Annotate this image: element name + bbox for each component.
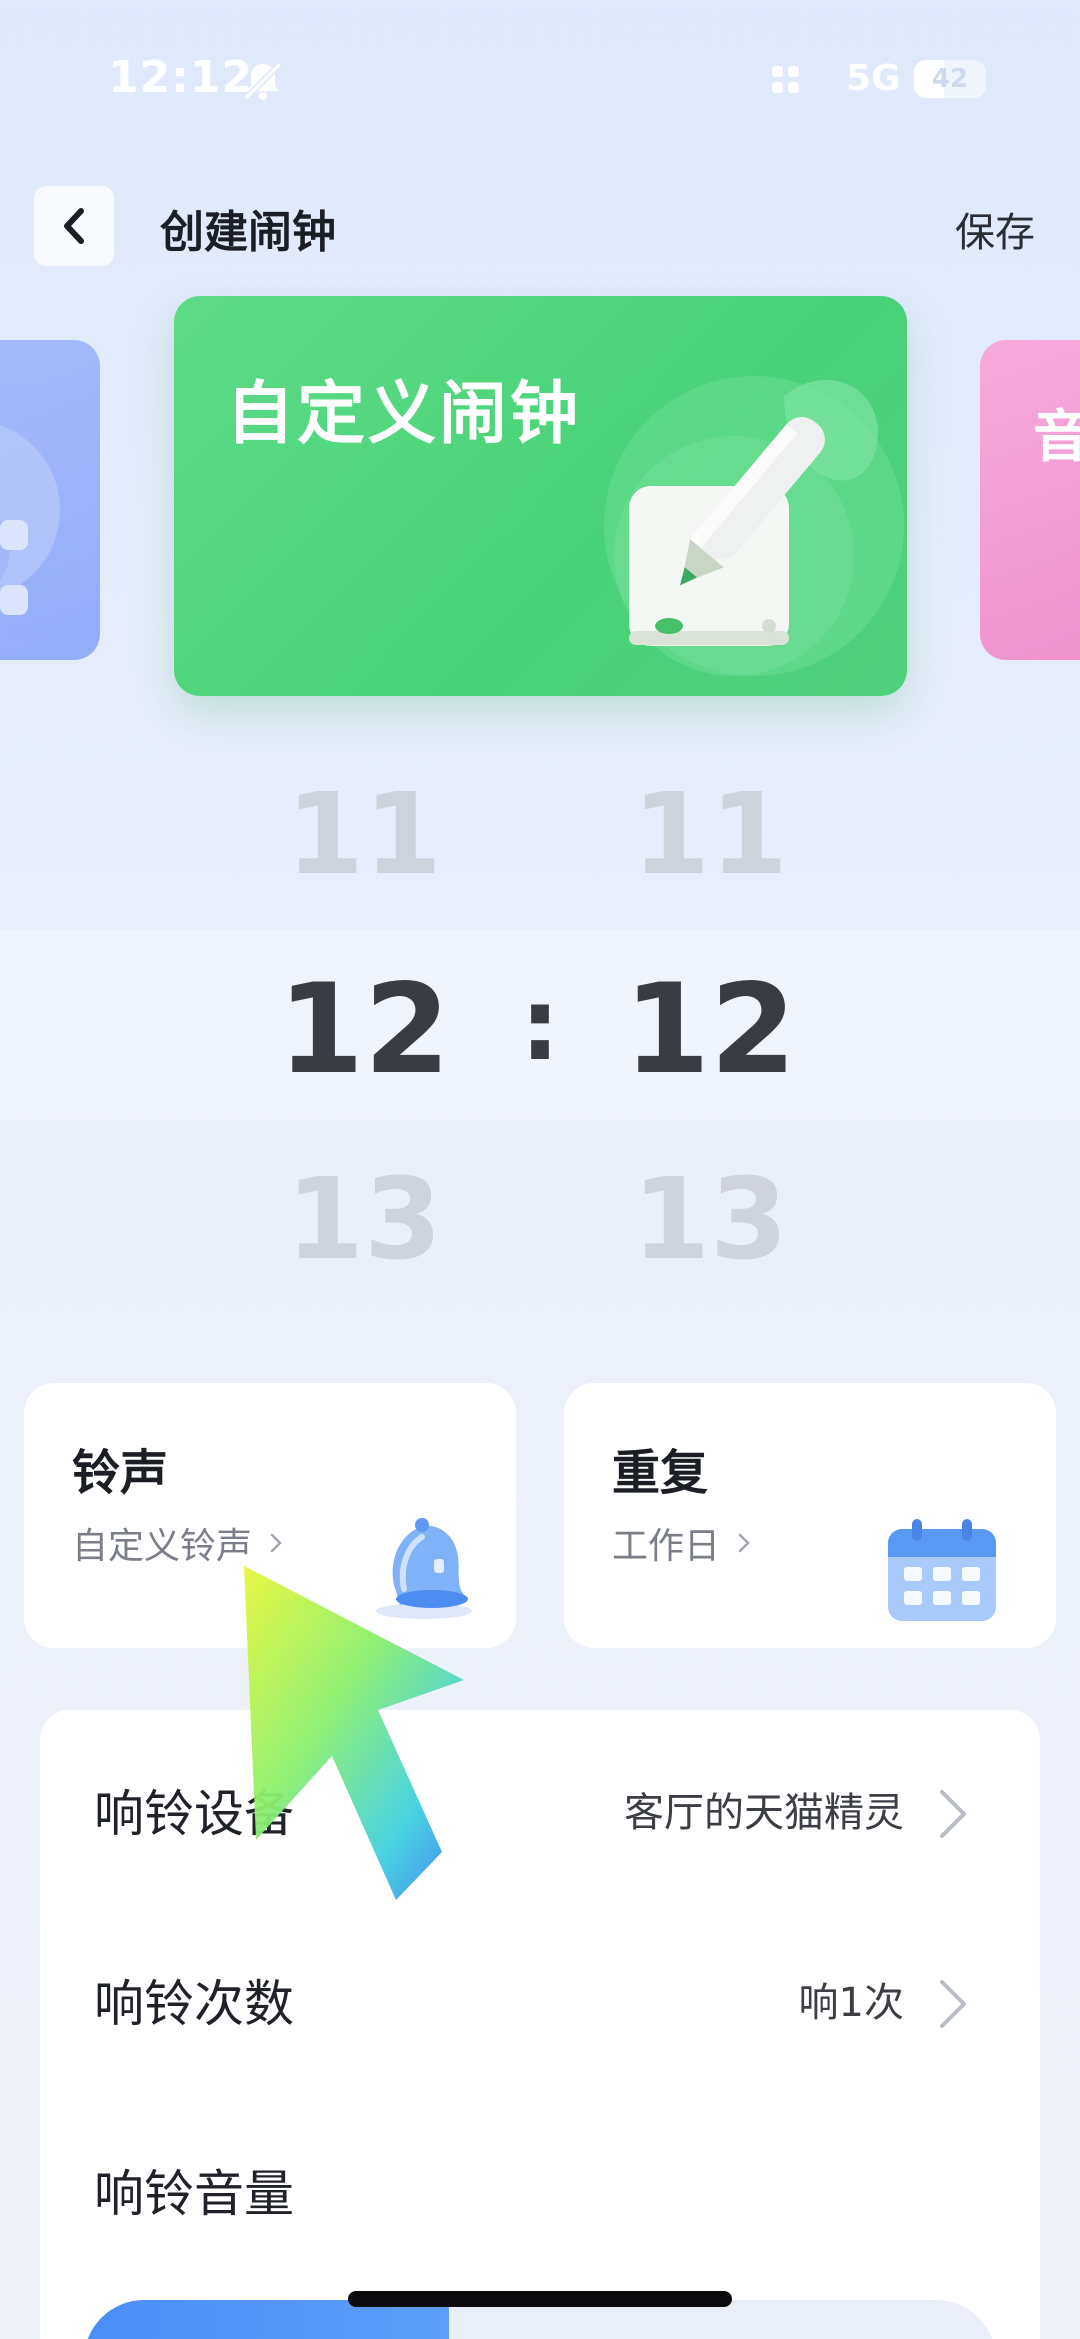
list-item-ring-device[interactable]: 响铃设备 客厅的天猫精灵 bbox=[40, 1710, 1040, 1900]
hour-selected[interactable]: 12 bbox=[254, 958, 474, 1102]
page-title: 创建闹钟 bbox=[160, 207, 336, 258]
chevron-right-icon bbox=[270, 1533, 282, 1553]
minute-option-below[interactable]: 13 bbox=[600, 1155, 820, 1285]
repeat-value-row: 工作日 bbox=[612, 1517, 754, 1569]
network-label: 5G bbox=[846, 58, 901, 99]
card-next-title: 音 bbox=[1033, 405, 1080, 470]
status-time: 12:12 bbox=[108, 52, 254, 103]
list-item-ring-count[interactable]: 响铃次数 响1次 bbox=[40, 1900, 1040, 2090]
alarm-type-card-next[interactable]: 音 bbox=[980, 340, 1080, 660]
card-decoration-icon bbox=[0, 425, 60, 615]
minute-option-above[interactable]: 11 bbox=[600, 770, 820, 900]
list-item-ring-volume[interactable]: 响铃音量 bbox=[40, 2090, 1040, 2280]
repeat-value: 工作日 bbox=[612, 1526, 721, 1567]
bell-off-icon bbox=[243, 61, 283, 101]
pointer-arrow-icon bbox=[244, 1566, 464, 1900]
ringtone-value: 自定义铃声 bbox=[72, 1526, 253, 1567]
status-bar: 12:12 5G 42 bbox=[0, 0, 1080, 160]
repeat-title: 重复 bbox=[612, 1445, 709, 1501]
alarm-settings-list: 响铃设备 客厅的天猫精灵 响铃次数 响1次 响铃音量 bbox=[40, 1710, 1040, 2339]
ring-device-value: 客厅的天猫精灵 bbox=[624, 1790, 904, 1836]
minute-selected[interactable]: 12 bbox=[600, 958, 820, 1102]
back-button[interactable] bbox=[34, 186, 114, 266]
time-separator: : bbox=[520, 966, 560, 1083]
repeat-tile[interactable]: 重复 工作日 bbox=[564, 1383, 1056, 1648]
ring-count-value: 响1次 bbox=[798, 1980, 904, 2026]
hour-option-above[interactable]: 11 bbox=[254, 770, 474, 900]
chevron-right-icon bbox=[940, 1980, 966, 2028]
alarm-type-card-previous[interactable] bbox=[0, 340, 100, 660]
battery-indicator: 42 bbox=[914, 60, 986, 98]
ring-count-label: 响铃次数 bbox=[94, 1975, 294, 2033]
hour-option-below[interactable]: 13 bbox=[254, 1155, 474, 1285]
save-button[interactable]: 保存 bbox=[955, 200, 1035, 258]
ringtone-title: 铃声 bbox=[72, 1445, 169, 1501]
pencil-paper-icon bbox=[604, 376, 904, 676]
home-indicator bbox=[348, 2291, 732, 2307]
card-title: 自定义闹钟 bbox=[226, 375, 582, 454]
alarm-type-card-custom[interactable]: 自定义闹钟 bbox=[174, 296, 907, 696]
battery-text: 42 bbox=[931, 64, 969, 94]
chevron-right-icon bbox=[940, 1790, 966, 1838]
calendar-icon bbox=[888, 1519, 996, 1621]
chevron-left-icon bbox=[64, 208, 84, 244]
chevron-right-icon bbox=[738, 1533, 750, 1553]
ring-volume-label: 响铃音量 bbox=[94, 2165, 294, 2223]
signal-dots-icon bbox=[772, 66, 802, 96]
